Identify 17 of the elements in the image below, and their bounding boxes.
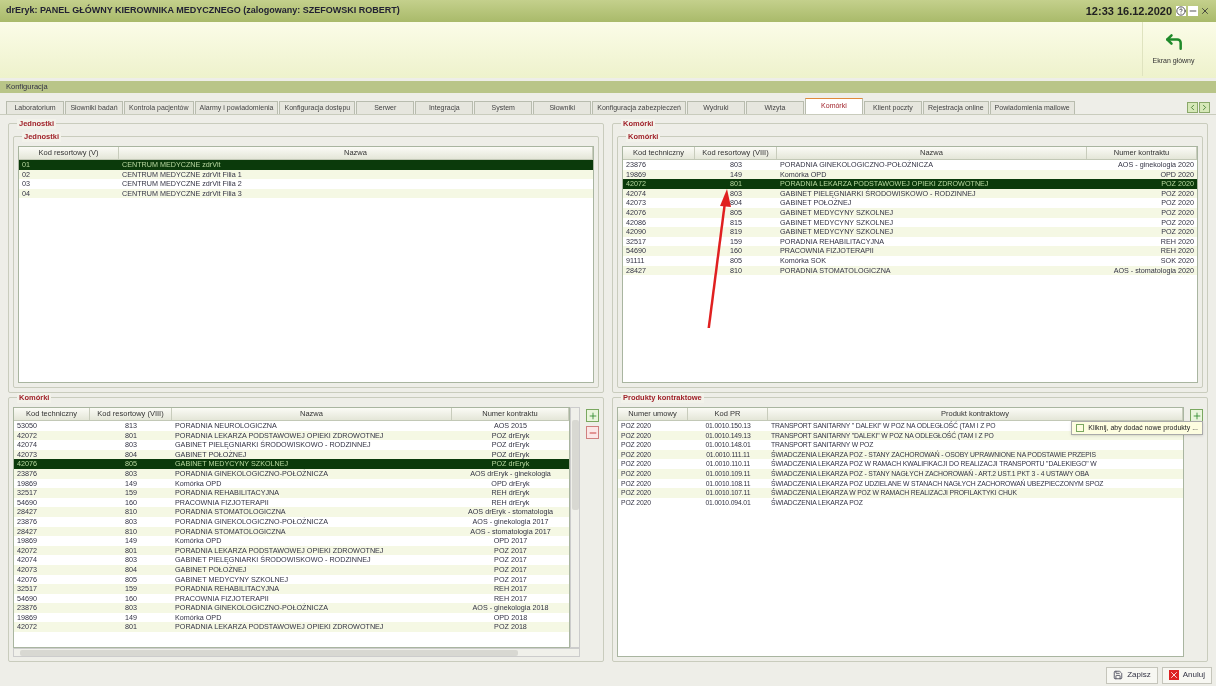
return-arrow-icon bbox=[1163, 31, 1184, 52]
add-button[interactable] bbox=[586, 409, 599, 422]
help-icon[interactable] bbox=[1176, 6, 1186, 16]
clock: 12:33 16.12.2020 bbox=[1085, 3, 1172, 19]
cancel-button[interactable]: Anuluj bbox=[1161, 666, 1212, 684]
vertical-scrollbar[interactable] bbox=[570, 407, 580, 648]
chevron-right-icon bbox=[1200, 103, 1209, 112]
save-button[interactable]: Zapisz bbox=[1106, 666, 1158, 684]
tab-scroll-left-button[interactable] bbox=[1187, 102, 1198, 113]
chevron-left-icon bbox=[1188, 103, 1197, 112]
horizontal-scrollbar[interactable] bbox=[13, 648, 580, 657]
minimize-icon[interactable] bbox=[1188, 6, 1198, 16]
cross-icon bbox=[1168, 670, 1179, 680]
remove-button[interactable] bbox=[586, 426, 599, 439]
window-title: drEryk: PANEL GŁÓWNY KIEROWNIKA MEDYCZNEGO (zalogowany: SZEFOWSKI ROBERT) bbox=[6, 4, 400, 18]
tab-scroll-right-button[interactable] bbox=[1199, 102, 1210, 113]
close-icon[interactable] bbox=[1200, 6, 1210, 16]
